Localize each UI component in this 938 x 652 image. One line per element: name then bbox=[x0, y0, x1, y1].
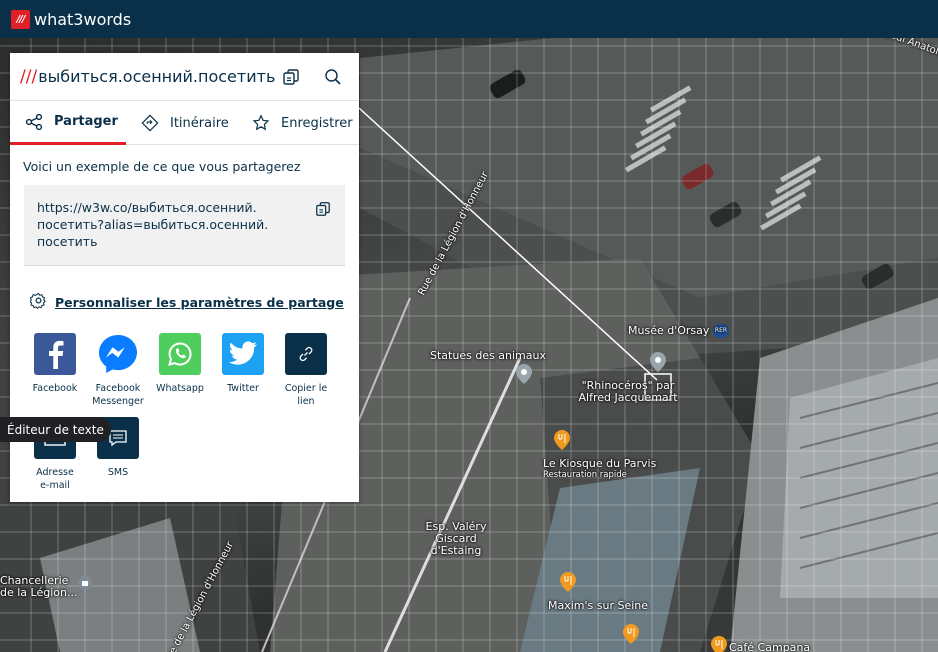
copy-link-icon[interactable] bbox=[315, 201, 331, 221]
cafe-pin-icon[interactable] bbox=[711, 636, 727, 652]
kiosque-pin-icon[interactable] bbox=[554, 430, 570, 450]
share-label: SMS bbox=[107, 467, 129, 478]
restaurant-pin-icon[interactable] bbox=[623, 624, 639, 644]
share-link-line: посетить?alias=выбиться.осенний. bbox=[37, 217, 269, 232]
rer-badge: RER bbox=[712, 324, 730, 338]
statues-pin-icon[interactable] bbox=[516, 364, 532, 384]
star-icon bbox=[252, 114, 270, 132]
rhinoceros-pin-icon[interactable] bbox=[650, 352, 666, 372]
top-bar: /// what3words bbox=[0, 0, 938, 38]
share-label: Twitter bbox=[227, 383, 259, 394]
settings-icon bbox=[29, 292, 47, 312]
search-icon[interactable] bbox=[321, 65, 345, 89]
maxims-pin-icon[interactable] bbox=[560, 572, 576, 592]
address-header: /// выбиться.осенний.посетить bbox=[10, 53, 359, 101]
share-label: Facebook bbox=[32, 383, 78, 394]
share-label: Copier le lien bbox=[284, 383, 328, 407]
map-label-esplanade: Esp. Valéry Giscard d'Estaing bbox=[425, 520, 487, 557]
share-example-label: Voici un exemple de ce que vous partager… bbox=[23, 159, 301, 174]
share-label: Whatsapp bbox=[156, 383, 204, 394]
panel-tabs: Partager Itinéraire Enregistrer bbox=[10, 101, 359, 145]
whatsapp-icon bbox=[159, 333, 201, 375]
tab-itineraire[interactable]: Itinéraire bbox=[126, 101, 242, 145]
share-copy-link[interactable]: Copier le lien bbox=[275, 333, 337, 408]
share-label: Adresse e-mail bbox=[36, 467, 74, 491]
share-icon bbox=[25, 113, 43, 131]
w3w-logo-icon[interactable]: /// bbox=[11, 9, 30, 29]
tab-enregistrer[interactable]: Enregistrer bbox=[242, 101, 353, 145]
map-label-kiosque[interactable]: Le Kiosque du Parvis bbox=[543, 458, 656, 470]
share-twitter[interactable]: Twitter bbox=[212, 333, 274, 395]
personalise-label: Personnaliser les paramètres de partage bbox=[55, 294, 344, 310]
share-messenger[interactable]: Facebook Messenger bbox=[87, 333, 149, 408]
musee-label: Musée d'Orsay bbox=[628, 324, 710, 337]
copy-address-icon[interactable] bbox=[279, 65, 303, 89]
directions-icon bbox=[141, 114, 159, 132]
share-link-line: https://w3w.co/выбиться.осенний. bbox=[37, 200, 257, 215]
map-label-maxims[interactable]: Maxim's sur Seine bbox=[548, 600, 648, 612]
tab-label: Itinéraire bbox=[170, 115, 229, 131]
link-icon bbox=[285, 333, 327, 375]
address-slashes: /// bbox=[20, 66, 38, 87]
personalise-sharing-link[interactable]: Personnaliser les paramètres de partage bbox=[10, 266, 359, 316]
app-name[interactable]: what3words bbox=[34, 10, 131, 29]
map-label-rhinoceros[interactable]: "Rhinocéros" par Alfred Jacquemart bbox=[576, 380, 680, 404]
facebook-icon bbox=[34, 333, 76, 375]
chancellerie-pin-icon[interactable] bbox=[78, 576, 92, 590]
share-whatsapp[interactable]: Whatsapp bbox=[149, 333, 211, 395]
tab-label: Partager bbox=[54, 114, 118, 129]
twitter-icon bbox=[222, 333, 264, 375]
share-link-line: посетить bbox=[37, 234, 98, 249]
tab-label: Enregistrer bbox=[281, 115, 353, 131]
messenger-icon bbox=[97, 333, 139, 375]
map-label-chancellerie[interactable]: Chancellerie de la Légion... bbox=[0, 575, 80, 599]
share-link-box[interactable]: https://w3w.co/выбиться.осенний. посетит… bbox=[24, 185, 345, 266]
map-label-musee[interactable]: Musée d'Orsay RER bbox=[628, 324, 730, 338]
share-label: Facebook Messenger bbox=[92, 383, 144, 407]
map-label-kiosque-sub: Restauration rapide bbox=[543, 470, 627, 480]
map-label-cafe[interactable]: Café Campana bbox=[729, 642, 810, 652]
tab-partager[interactable]: Partager bbox=[10, 101, 126, 145]
tooltip: Éditeur de texte bbox=[0, 417, 111, 442]
three-word-address[interactable]: выбиться.осенний.посетить bbox=[38, 67, 279, 86]
map-label-statues[interactable]: Statues des animaux bbox=[430, 350, 546, 362]
share-facebook[interactable]: Facebook bbox=[24, 333, 86, 395]
